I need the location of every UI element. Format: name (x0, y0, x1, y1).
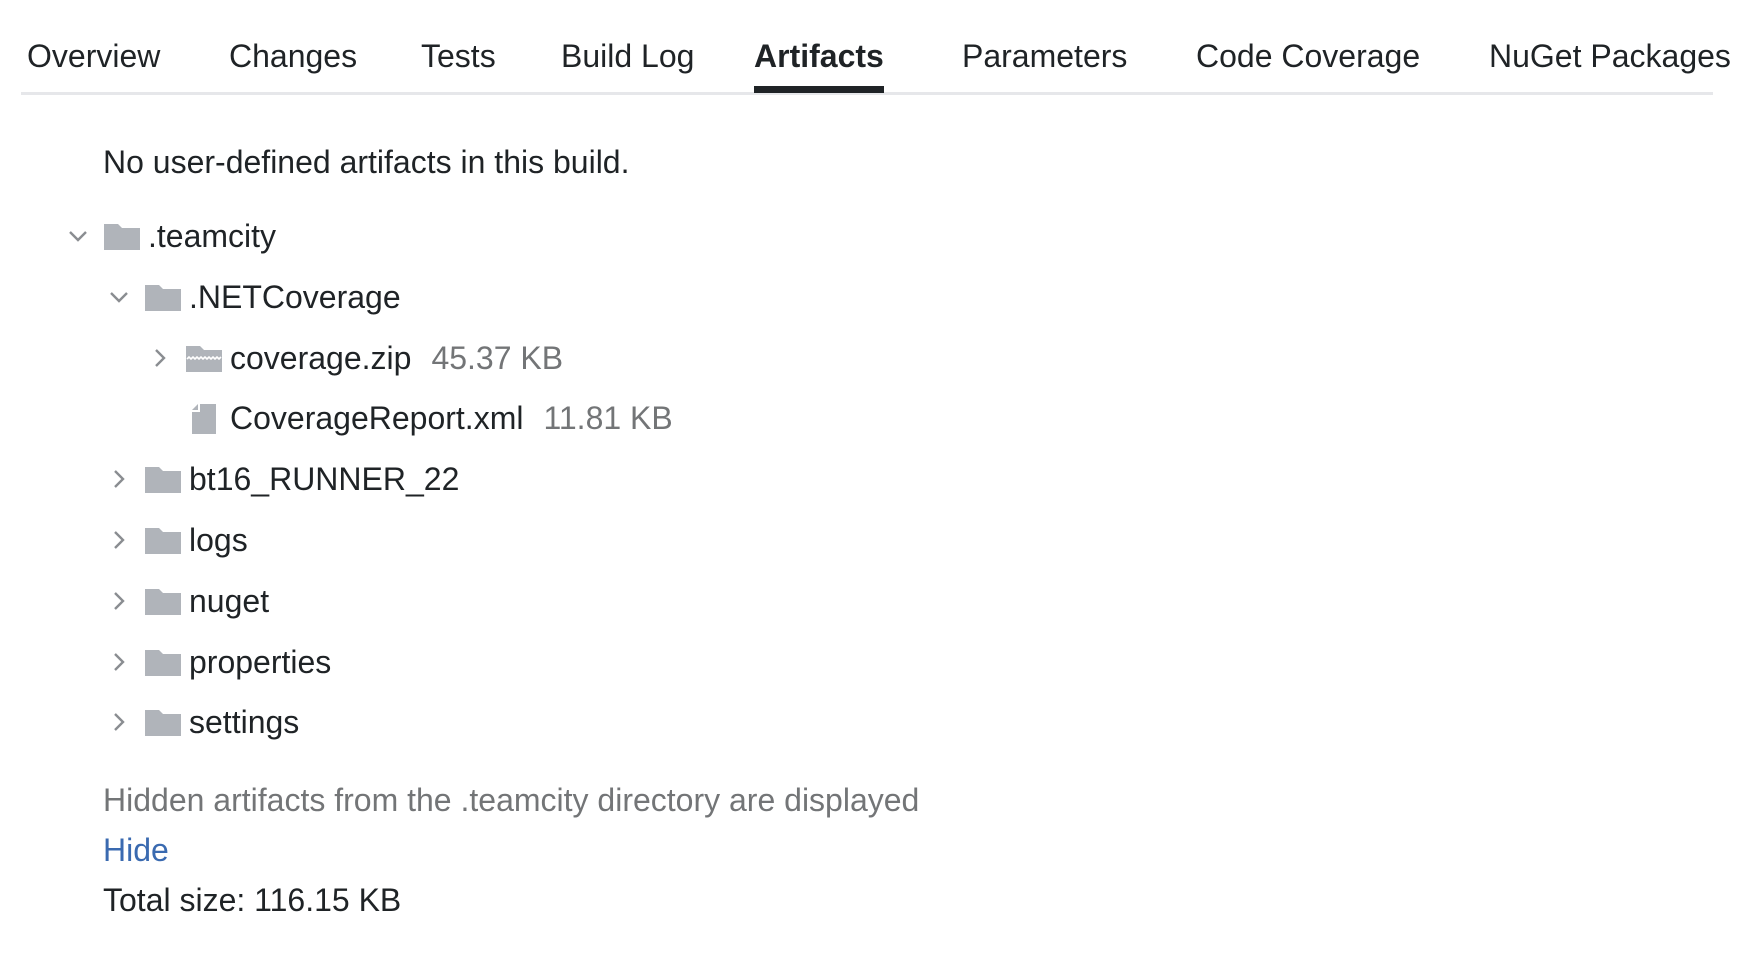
artifact-tree-item[interactable]: logs (107, 518, 248, 562)
folder-icon (145, 646, 181, 678)
artifact-tree-item[interactable]: .NETCoverage (107, 275, 401, 319)
artifact-tree-item[interactable]: settings (107, 700, 299, 744)
artifact-name[interactable]: properties (189, 644, 331, 681)
artifact-name[interactable]: CoverageReport.xml (230, 400, 523, 437)
total-size: Total size: 116.15 KB (103, 882, 402, 918)
tab-tests[interactable]: Tests (421, 34, 496, 78)
folder-icon (145, 706, 181, 738)
chevron-right-icon[interactable] (107, 528, 131, 552)
chevron-right-icon[interactable] (107, 467, 131, 491)
tab-changes[interactable]: Changes (229, 34, 357, 78)
artifact-tree-item[interactable]: .teamcity (66, 214, 276, 258)
folder-icon (145, 585, 181, 617)
artifact-name[interactable]: settings (189, 704, 299, 741)
artifact-tree-item[interactable]: bt16_RUNNER_22 (107, 457, 459, 501)
tab-code-coverage[interactable]: Code Coverage (1196, 34, 1420, 78)
chevron-right-icon[interactable] (107, 710, 131, 734)
folder-icon (145, 524, 181, 556)
chevron-down-icon[interactable] (66, 224, 90, 248)
file-icon (186, 402, 222, 434)
artifact-name[interactable]: bt16_RUNNER_22 (189, 461, 459, 498)
chevron-right-icon[interactable] (148, 346, 172, 370)
artifact-size: 45.37 KB (431, 339, 564, 376)
folder-icon (145, 463, 181, 495)
archive-icon (186, 342, 222, 374)
build-tabs: Overview Changes Tests Build Log Artifac… (21, 0, 1731, 95)
artifact-name[interactable]: coverage.zip (230, 340, 411, 377)
tab-overview[interactable]: Overview (27, 34, 160, 78)
folder-icon (145, 281, 181, 313)
chevron-down-icon[interactable] (107, 285, 131, 309)
tab-build-log[interactable]: Build Log (561, 34, 694, 78)
artifact-name[interactable]: nuget (189, 583, 269, 620)
artifact-name[interactable]: logs (189, 522, 248, 559)
no-artifacts-message: No user-defined artifacts in this build. (103, 144, 630, 180)
tab-parameters[interactable]: Parameters (962, 34, 1127, 78)
hidden-artifacts-note: Hidden artifacts from the .teamcity dire… (103, 782, 920, 818)
artifact-name[interactable]: .teamcity (148, 218, 276, 255)
artifact-tree-item[interactable]: CoverageReport.xml 11.81 KB (148, 396, 673, 440)
tab-artifacts[interactable]: Artifacts (754, 34, 884, 93)
artifact-tree-item[interactable]: properties (107, 640, 331, 684)
artifact-tree-item[interactable]: coverage.zip 45.37 KB (148, 336, 563, 380)
hide-hidden-artifacts-link[interactable]: Hide (103, 829, 169, 871)
artifact-name[interactable]: .NETCoverage (189, 279, 401, 316)
folder-icon (104, 220, 140, 252)
artifact-size: 11.81 KB (543, 399, 673, 436)
chevron-right-icon[interactable] (107, 589, 131, 613)
artifacts-page: Overview Changes Tests Build Log Artifac… (0, 0, 1755, 956)
tab-nuget-packages[interactable]: NuGet Packages (1489, 34, 1731, 78)
chevron-right-icon[interactable] (107, 650, 131, 674)
artifact-tree-item[interactable]: nuget (107, 579, 269, 623)
